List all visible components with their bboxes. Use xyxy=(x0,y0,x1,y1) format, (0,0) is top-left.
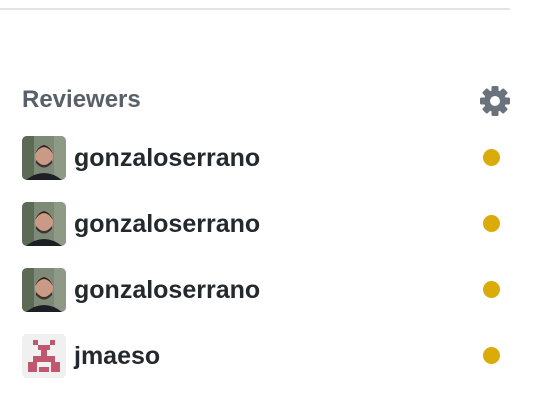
reviewers-section: Reviewers gonzaloserrano gonzaloserrano … xyxy=(22,84,512,378)
list-item: jmaeso xyxy=(22,334,512,378)
avatar[interactable] xyxy=(22,268,66,312)
pending-status-dot xyxy=(483,149,500,166)
reviewer-list: gonzaloserrano gonzaloserrano gonzaloser… xyxy=(22,136,512,400)
avatar[interactable] xyxy=(22,334,66,378)
list-item: gonzaloserrano xyxy=(22,268,512,312)
reviewer-name[interactable]: jmaeso xyxy=(74,338,160,374)
top-divider xyxy=(0,8,510,10)
reviewers-header: Reviewers xyxy=(22,84,512,118)
pending-status-dot xyxy=(483,347,500,364)
pending-status-dot xyxy=(483,281,500,298)
pending-status-dot xyxy=(483,215,500,232)
list-item: gonzaloserrano xyxy=(22,202,512,246)
avatar[interactable] xyxy=(22,136,66,180)
reviewers-title: Reviewers xyxy=(22,86,141,113)
gear-icon[interactable] xyxy=(478,84,512,118)
reviewer-name[interactable]: gonzaloserrano xyxy=(74,206,260,242)
avatar[interactable] xyxy=(22,202,66,246)
reviewer-name[interactable]: gonzaloserrano xyxy=(74,140,260,176)
reviewer-name[interactable]: gonzaloserrano xyxy=(74,272,260,308)
list-item: gonzaloserrano xyxy=(22,136,512,180)
